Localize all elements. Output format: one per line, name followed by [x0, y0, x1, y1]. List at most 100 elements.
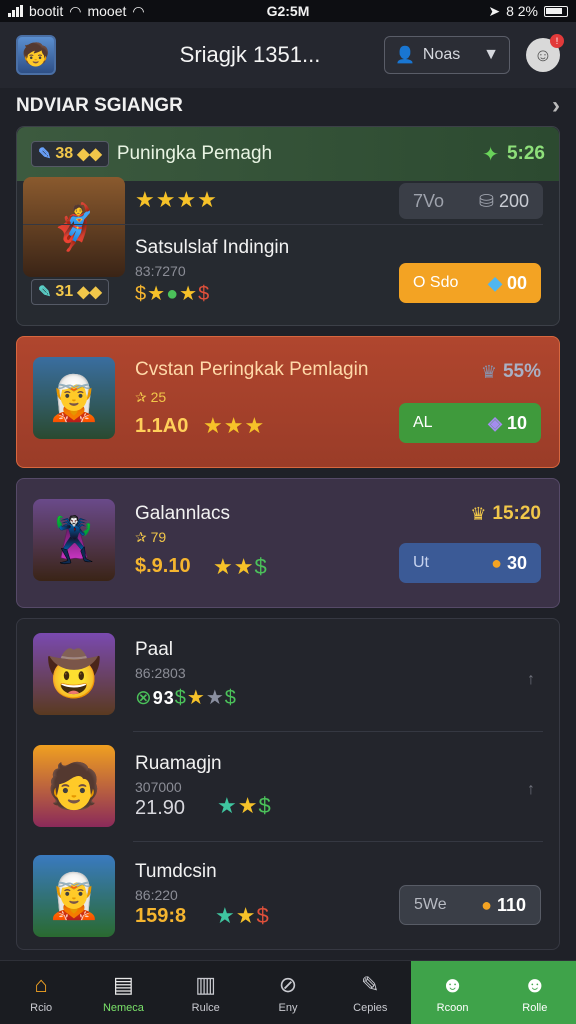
chevron-right-icon[interactable]: › — [552, 92, 560, 120]
tab-news[interactable]: ▤ Nemeca — [82, 961, 164, 1024]
action-button[interactable]: AL ◈ 10 — [399, 403, 541, 443]
coin-icon: ● — [491, 552, 502, 573]
user-icon: 👤 — [395, 47, 415, 64]
list-item-sub: 307000 — [135, 779, 182, 795]
edit-icon: ✎ — [38, 146, 52, 163]
rating-stars: ★★★★ — [135, 187, 218, 212]
signal-icon — [8, 5, 23, 17]
filter-dropdown[interactable]: 👤 Noas ▼ — [384, 36, 510, 74]
ranking-list: 🤠 Paal 86:2803 ⊗93$★★$ ↑ 🧑 Ruamagjn 3070… — [16, 618, 560, 950]
divider — [133, 731, 543, 732]
doc-icon: ▤ — [113, 971, 134, 997]
shield-icon: ⊘ — [278, 971, 298, 997]
card-sub: ✰ 79 — [135, 529, 167, 545]
player-name: Satsulslaf Indingin — [135, 237, 290, 258]
ranking-card-1[interactable]: ✎ 38 ◆◆ Puningka Pemagh ✦ 5:26 🦸 ★★★★ 7Vo … — [16, 126, 560, 326]
card-percent: 55% — [502, 361, 541, 382]
gem-icon: ◆◆ — [77, 146, 102, 163]
level-badge: ✎ 38 ◆◆ — [31, 141, 109, 167]
tab-eny[interactable]: ⊘ Eny — [247, 961, 329, 1024]
player-sub: 83:7270 — [135, 263, 186, 279]
status-bar: bootit ◠ mooet ◠ G2:5M ➤ 8 2% — [0, 0, 576, 22]
carrier-label: bootit — [29, 3, 64, 19]
action-button[interactable]: Ut ● 30 — [399, 543, 541, 583]
ticket-icon: ◆ — [488, 272, 502, 293]
stat-box: 7Vo ⛁ 200 — [399, 183, 543, 219]
chevron-down-icon: ▼ — [483, 46, 499, 63]
bottom-tab-bar: ⌂ Rcio ▤ Nemeca ▥ Rulce ⊘ Eny ✎ Cepies ☻ Rcoon… — [0, 960, 576, 1024]
hero-portrait[interactable]: 🧝 — [33, 855, 115, 937]
battery-icon — [544, 5, 568, 17]
level-badge-2: ✎ 31 ◆◆ — [31, 279, 109, 305]
ranking-card-2[interactable]: 🧝 Cvstan Peringkak Pemlagin ✰ 25 1.1A0 ★… — [16, 336, 560, 468]
hero-portrait[interactable]: 🦸 — [23, 177, 125, 277]
hero-portrait[interactable]: 🤠 — [33, 633, 115, 715]
profile-button[interactable]: ☺ ! — [526, 34, 564, 72]
card-header-band: ✎ 38 ◆◆ Puningka Pemagh ✦ 5:26 — [17, 127, 559, 181]
card-sub: ✰ 25 — [135, 389, 167, 405]
wifi-icon: ◠ — [69, 2, 82, 19]
carrier-label-2: mooet — [87, 3, 127, 19]
list-item-name: Tumdcsin — [135, 861, 217, 882]
list-item-rewards: ⊗93$★★$ — [135, 687, 237, 709]
rating-stars: ★★★ — [203, 413, 266, 438]
action-button[interactable]: 5We ● 110 — [399, 885, 541, 925]
card-percent: 15:20 — [492, 503, 541, 524]
card-title: Galannlacs — [135, 503, 231, 524]
tab-copies[interactable]: ✎ Cepies — [329, 961, 411, 1024]
card-percent: 5:26 — [506, 143, 545, 164]
tab-role[interactable]: ☻ Rolle — [493, 961, 576, 1024]
list-item-value: 21.90 — [135, 797, 186, 819]
location-icon: ➤ — [488, 2, 501, 19]
expand-icon[interactable]: ↑ — [527, 781, 535, 799]
section-header[interactable]: NDVIAR SGIANGR › — [16, 92, 560, 120]
app-header: 🧒 Sriagjk 1351... 👤 Noas ▼ ☺ ! — [0, 22, 576, 88]
crown-icon: ♛ — [480, 361, 497, 382]
list-item-name: Paal — [135, 639, 174, 660]
edit-icon: ✎ — [38, 284, 52, 301]
pen-icon: ✎ — [361, 971, 380, 997]
crystal-icon: ◈ — [488, 412, 502, 433]
section-title: NDVIAR SGIANGR — [16, 95, 183, 116]
tab-rules[interactable]: ▥ Rulce — [165, 961, 247, 1024]
expand-icon[interactable]: ↑ — [527, 671, 535, 689]
user2-icon: ☻ — [523, 971, 547, 997]
tab-room[interactable]: ☻ Rcoon — [411, 961, 494, 1024]
wifi-icon-2: ◠ — [132, 2, 145, 19]
hero-portrait[interactable]: 🧝 — [33, 357, 115, 439]
list-item-name: Ruamagjn — [135, 753, 222, 774]
battery-percent: 8 2% — [506, 3, 538, 19]
page-title: Sriagjk 1351... — [179, 42, 321, 67]
chest-icon: ⛁ — [478, 190, 494, 211]
hero-portrait[interactable]: 🦹 — [33, 499, 115, 581]
reward-icons: $★●★$ — [135, 283, 211, 305]
coin-icon: ● — [481, 894, 492, 915]
ranking-card-3[interactable]: 🦹 Galannlacs ✰ 79 $.9.10 ★★$ ♛ 15:20 Ut … — [16, 478, 560, 608]
list-item-sub: 86:2803 — [135, 665, 186, 681]
star-badge-icon: ✦ — [482, 143, 499, 166]
hero-portrait[interactable]: 🧑 — [33, 745, 115, 827]
card-value: 1.1A0 — [135, 415, 189, 437]
notification-badge: ! — [550, 34, 564, 48]
tab-home[interactable]: ⌂ Rcio — [0, 961, 82, 1024]
divider — [23, 224, 543, 225]
home-icon: ⌂ — [34, 971, 48, 997]
user-icon: ☻ — [440, 971, 465, 997]
rating-stars: ★★$ — [217, 793, 272, 818]
claim-button[interactable]: O Sdo ◆ 00 — [399, 263, 541, 303]
profile-icon: ☺ — [533, 44, 553, 65]
rating-stars: ★★$ — [213, 554, 268, 579]
rating-stars: ★★$ — [215, 903, 270, 928]
clock: G2:5M — [266, 3, 310, 19]
card-value: $.9.10 — [135, 555, 191, 577]
dropdown-label: Noas — [422, 46, 461, 63]
list-item-sub: 86:220 — [135, 887, 178, 903]
card-title: Cvstan Peringkak Pemlagin — [135, 359, 369, 380]
card-title: Puningka Pemagh — [116, 143, 273, 164]
player-avatar[interactable]: 🧒 — [16, 35, 56, 75]
gem-icon: ◆◆ — [77, 284, 102, 301]
list-item-value: 159:8 — [135, 905, 187, 927]
crown-icon: ♛ — [470, 503, 487, 524]
divider — [133, 841, 543, 842]
book-icon: ▥ — [195, 971, 217, 997]
